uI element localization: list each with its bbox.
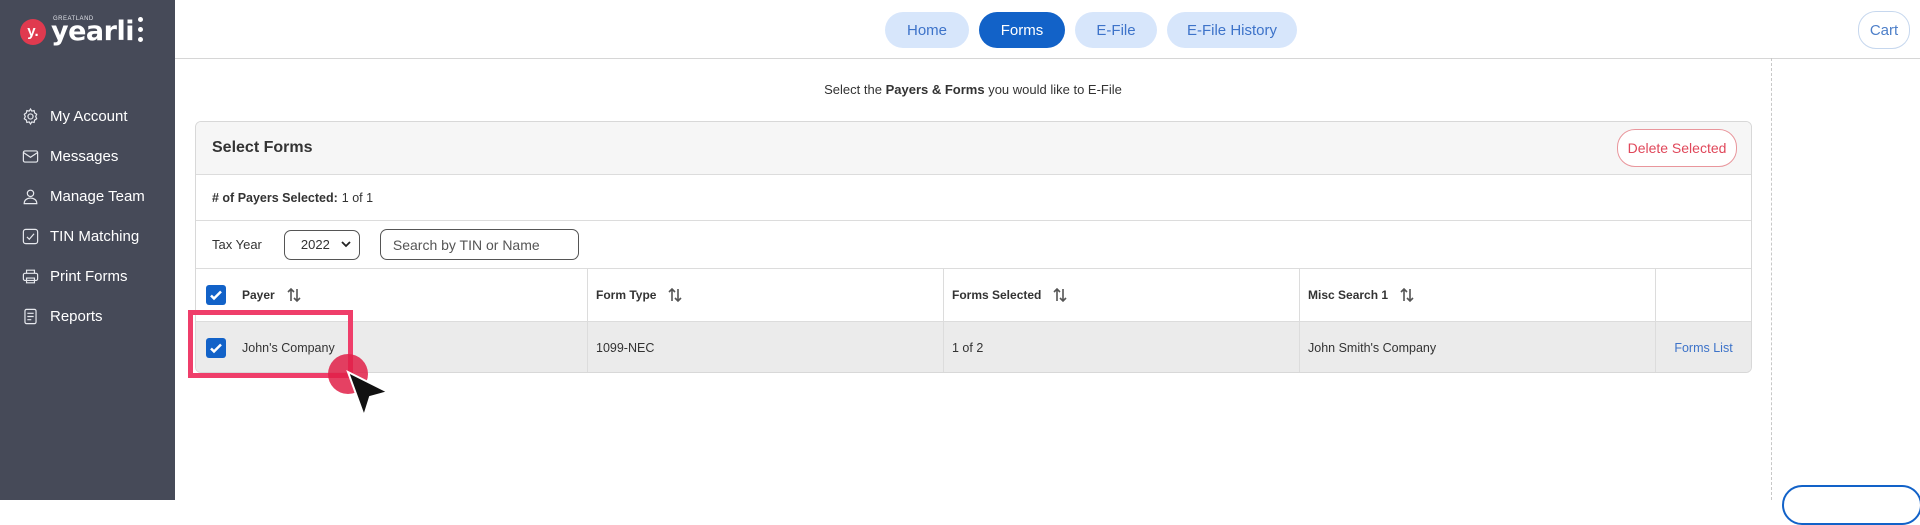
content-divider [1771, 58, 1772, 500]
header-payer: Payer [196, 269, 587, 321]
cell-forms-selected: 1 of 2 [943, 322, 1299, 372]
row-checkbox[interactable] [206, 337, 226, 358]
select-all-checkbox[interactable] [206, 285, 226, 305]
check-square-icon [20, 226, 40, 246]
top-nav-bar: Home Forms E-File E-File History Cart [175, 0, 1920, 59]
sidebar-item-label: Manage Team [50, 187, 145, 205]
sidebar-item-label: Messages [50, 147, 119, 165]
tab-e-file[interactable]: E-File [1075, 12, 1157, 48]
yearli-logo[interactable]: y. GREATLAND yearli [20, 16, 134, 45]
sort-icon[interactable] [666, 286, 684, 304]
mouse-pointer-icon [346, 369, 392, 423]
header-misc-search-1: Misc Search 1 [1299, 269, 1655, 321]
header-forms-selected: Forms Selected [943, 269, 1299, 321]
sidebar-item-my-account[interactable]: My Account [0, 96, 175, 136]
sidebar-item-label: TIN Matching [50, 227, 140, 245]
header-label: Form Type [596, 288, 657, 302]
logo-wordmark: GREATLAND yearli [51, 16, 134, 45]
tab-home[interactable]: Home [885, 12, 969, 48]
sidebar-nav: My Account Messages Manage Team TIN Matc… [0, 96, 175, 336]
sidebar-item-label: Reports [50, 307, 103, 325]
more-menu-icon[interactable] [138, 17, 146, 42]
header-form-type: Form Type [587, 269, 943, 321]
sidebar-item-tin-matching[interactable]: TIN Matching [0, 216, 175, 256]
person-icon [20, 186, 40, 206]
sidebar-item-reports[interactable]: Reports [0, 296, 175, 336]
table-header: Payer Form Type Forms Selected Misc Sear… [196, 269, 1751, 322]
sidebar-item-manage-team[interactable]: Manage Team [0, 176, 175, 216]
instruction-text: Select the Payers & Forms you would like… [175, 82, 1771, 97]
search-input[interactable] [379, 229, 579, 260]
logo-mark-icon: y. [20, 18, 46, 45]
cell-payer: John's Company [196, 322, 587, 372]
card-title: Select Forms [212, 139, 313, 156]
payer-name: John's Company [242, 340, 335, 355]
table-row[interactable]: John's Company 1099-NEC 1 of 2 John Smit… [196, 322, 1751, 372]
tab-e-file-history[interactable]: E-File History [1167, 12, 1297, 48]
sidebar-item-label: My Account [50, 107, 128, 125]
chevron-down-icon [341, 237, 351, 252]
tax-year-label: Tax Year [212, 237, 262, 252]
cell-actions: Forms List [1655, 322, 1751, 372]
logo-subtitle: GREATLAND [53, 16, 94, 22]
main-tabs: Home Forms E-File E-File History [885, 12, 1297, 48]
header-label: Misc Search 1 [1308, 288, 1389, 302]
sidebar-item-label: Print Forms [50, 267, 128, 285]
tax-year-select[interactable]: 2022 [283, 229, 360, 260]
select-forms-card: Select Forms Delete Selected # of Payers… [195, 121, 1752, 373]
payers-selected-label: # of Payers Selected: [212, 190, 338, 205]
sort-icon[interactable] [1051, 286, 1069, 304]
printer-icon [20, 266, 40, 286]
card-header: Select Forms Delete Selected [196, 122, 1751, 175]
report-icon [20, 306, 40, 326]
instruction-bold: Payers & Forms [885, 82, 985, 97]
cell-misc-search-1: John Smith's Company [1299, 322, 1655, 372]
forms-list-link[interactable]: Forms List [1674, 341, 1732, 355]
cart-button[interactable]: Cart [1858, 11, 1910, 49]
filter-row: Tax Year 2022 [196, 221, 1751, 269]
sidebar-item-print-forms[interactable]: Print Forms [0, 256, 175, 296]
header-actions [1655, 269, 1751, 321]
tab-forms[interactable]: Forms [979, 12, 1065, 48]
sidebar: y. GREATLAND yearli My Account Messages … [0, 0, 175, 500]
delete-selected-button[interactable]: Delete Selected [1617, 129, 1737, 167]
payers-selected-row: # of Payers Selected: 1 of 1 [196, 175, 1751, 221]
cell-form-type: 1099-NEC [587, 322, 943, 372]
tax-year-value: 2022 [300, 237, 330, 252]
instruction-prefix: Select the [824, 82, 886, 97]
header-label: Forms Selected [952, 288, 1042, 302]
envelope-icon [20, 146, 40, 166]
floating-action-button[interactable] [1782, 485, 1920, 525]
sort-icon[interactable] [285, 286, 303, 304]
header-label: Payer [242, 288, 275, 302]
payers-selected-value: 1 of 1 [341, 190, 374, 205]
sidebar-item-messages[interactable]: Messages [0, 136, 175, 176]
sort-icon[interactable] [1398, 286, 1416, 304]
gear-icon [20, 106, 40, 126]
instruction-suffix: you would like to E-File [984, 82, 1122, 97]
